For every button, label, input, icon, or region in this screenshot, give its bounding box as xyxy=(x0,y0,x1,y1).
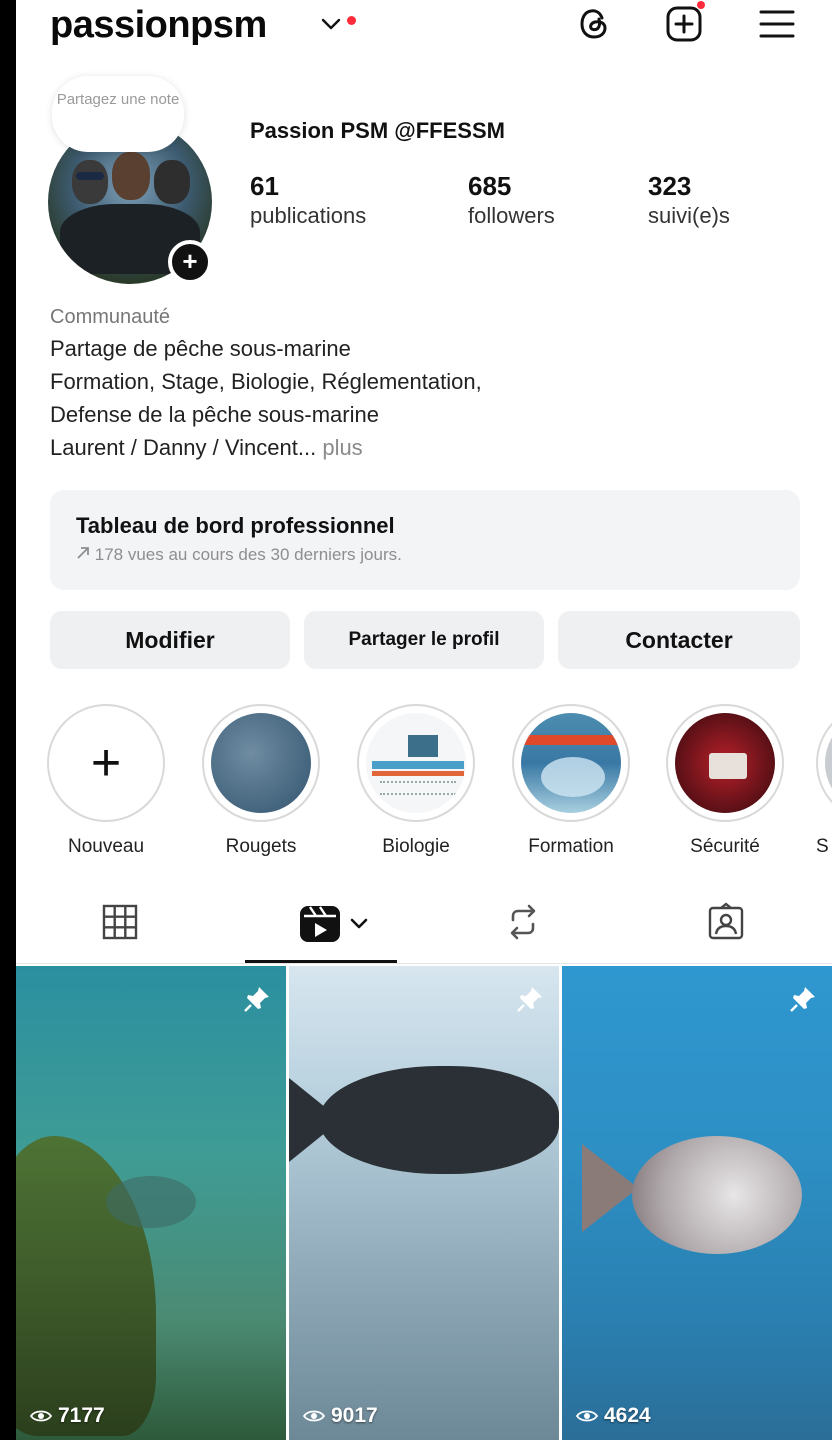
highlight-biologie[interactable]: Biologie xyxy=(357,704,475,858)
highlight-cover xyxy=(366,713,466,813)
chevron-down-icon[interactable] xyxy=(320,16,342,32)
reel-thumbnail-shape xyxy=(319,1066,559,1174)
view-count-text: 7177 xyxy=(58,1404,105,1427)
pin-icon xyxy=(517,987,542,1012)
header: passionpsm xyxy=(16,0,832,56)
stat-label: suivi(e)s xyxy=(648,203,730,228)
dashboard-title: Tableau de bord professionnel xyxy=(76,513,395,538)
highlight-new[interactable]: + Nouveau xyxy=(47,704,165,858)
view-count-text: 9017 xyxy=(331,1404,378,1427)
notification-dot xyxy=(347,16,356,25)
highlight-ring xyxy=(512,704,630,822)
contact-button[interactable]: Contacter xyxy=(558,611,800,669)
highlight-partial[interactable]: S xyxy=(816,704,832,858)
stat-following[interactable]: 323 suivi(e)s xyxy=(648,170,730,230)
menu-icon[interactable] xyxy=(757,4,797,44)
highlight-ring: + xyxy=(47,704,165,822)
highlight-ring xyxy=(202,704,320,822)
share-profile-button[interactable]: Partager le profil xyxy=(304,611,544,669)
reel-thumbnail-shape xyxy=(582,1144,638,1232)
tab-reels[interactable] xyxy=(298,902,378,960)
view-count-text: 4624 xyxy=(604,1404,651,1427)
add-story-plus-icon[interactable]: + xyxy=(168,240,212,284)
highlight-label: Sécurité xyxy=(690,836,760,857)
bio-line: Formation, Stage, Biologie, Réglementati… xyxy=(50,369,482,394)
bio-line: Partage de pêche sous-marine xyxy=(50,336,351,361)
view-count: 4624 xyxy=(576,1404,651,1428)
view-count: 7177 xyxy=(30,1404,105,1428)
display-name: Passion PSM @FFESSM xyxy=(250,118,505,143)
tab-tagged[interactable] xyxy=(706,902,746,960)
stat-value: 61 xyxy=(250,171,279,201)
view-count: 9017 xyxy=(303,1404,378,1428)
dashboard-subtitle: 178 vues au cours des 30 derniers jours. xyxy=(76,542,774,568)
reel-tile[interactable]: 7177 xyxy=(16,966,286,1440)
reposts-icon xyxy=(510,904,536,940)
notification-dot xyxy=(696,0,706,10)
reel-thumbnail-shape xyxy=(632,1136,802,1254)
reel-tile[interactable]: 9017 xyxy=(289,966,559,1440)
professional-dashboard[interactable]: Tableau de bord professionnel 178 vues a… xyxy=(50,490,800,590)
reel-tile[interactable]: 4624 xyxy=(562,966,832,1440)
reel-thumbnail-shape xyxy=(106,1176,196,1228)
bio-line: Defense de la pêche sous-marine xyxy=(50,402,379,427)
stat-label: publications xyxy=(250,203,367,228)
highlight-cover xyxy=(825,713,832,813)
pin-icon xyxy=(244,987,269,1012)
highlight-cover xyxy=(675,713,775,813)
highlight-ring xyxy=(357,704,475,822)
eye-icon xyxy=(30,1411,52,1422)
grid-icon xyxy=(102,904,138,940)
highlight-label: Nouveau xyxy=(67,836,145,857)
stat-value: 685 xyxy=(468,171,512,201)
edit-profile-button[interactable]: Modifier xyxy=(50,611,290,669)
tabs-divider xyxy=(16,963,832,964)
highlight-cover xyxy=(211,713,311,813)
tab-grid[interactable] xyxy=(100,902,140,960)
bio: Communauté Partage de pêche sous-marine … xyxy=(50,302,810,464)
highlight-ring xyxy=(666,704,784,822)
highlight-rougets[interactable]: Rougets xyxy=(202,704,320,858)
tagged-icon xyxy=(708,902,744,940)
stat-value: 323 xyxy=(648,171,692,201)
note-bubble[interactable]: Partagez une note xyxy=(52,76,184,152)
trend-arrow-icon xyxy=(77,547,89,559)
highlight-label: Biologie xyxy=(382,836,450,857)
bio-line: Laurent / Danny / Vincent... plus xyxy=(50,431,810,464)
eye-icon xyxy=(576,1411,598,1422)
plus-icon: + xyxy=(90,734,122,792)
bio-more-link[interactable]: plus xyxy=(322,435,362,460)
stat-followers[interactable]: 685 followers xyxy=(468,170,555,230)
highlight-securite[interactable]: Sécurité xyxy=(666,704,784,858)
highlight-label: S xyxy=(816,836,829,857)
tab-reposts[interactable] xyxy=(503,902,543,960)
pin-icon xyxy=(790,987,815,1012)
create-icon[interactable] xyxy=(664,4,704,44)
profile-screen: passionpsm + Partagez une note Passion P… xyxy=(16,0,832,1440)
stat-label: followers xyxy=(468,203,555,228)
highlight-label: Formation xyxy=(528,836,614,857)
reels-icon xyxy=(300,906,368,942)
dashboard-subtitle-text: 178 vues au cours des 30 derniers jours. xyxy=(94,545,402,564)
highlight-formation[interactable]: Formation xyxy=(512,704,630,858)
eye-icon xyxy=(303,1411,325,1422)
bio-line-text: Laurent / Danny / Vincent... xyxy=(50,435,317,460)
stat-publications[interactable]: 61 publications xyxy=(250,170,366,230)
threads-icon[interactable] xyxy=(574,4,614,44)
highlight-cover xyxy=(521,713,621,813)
highlight-ring xyxy=(816,704,832,822)
bio-category: Communauté xyxy=(50,306,171,328)
highlight-label: Rougets xyxy=(225,836,297,857)
username[interactable]: passionpsm xyxy=(50,4,267,47)
